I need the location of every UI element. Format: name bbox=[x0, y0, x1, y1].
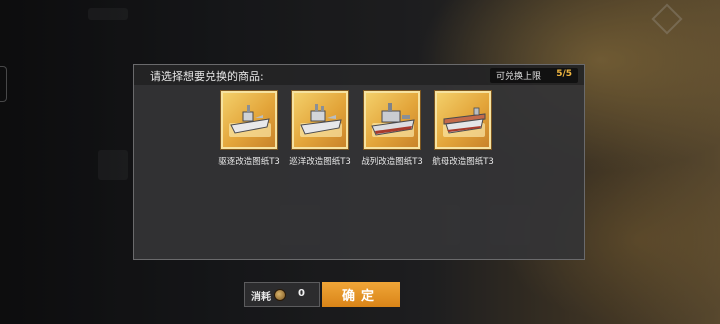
dialog-title: 请选择想要兑换的商品: bbox=[150, 70, 264, 83]
cost-display: 消耗 0 bbox=[244, 282, 320, 307]
item-label: 航母改造图纸T3 bbox=[432, 157, 494, 167]
item-label: 驱逐改造图纸T3 bbox=[218, 157, 280, 167]
exchange-limit-box: 可兑换上限 5/5 bbox=[490, 68, 578, 83]
destroyer-blueprint-icon[interactable] bbox=[221, 91, 277, 149]
cruiser-blueprint-icon[interactable] bbox=[292, 91, 348, 149]
cost-label: 消耗 bbox=[251, 292, 271, 303]
confirm-button[interactable]: 确定 bbox=[322, 282, 400, 307]
carrier-blueprint-icon[interactable] bbox=[435, 91, 491, 149]
dialog-header: 请选择想要兑换的商品: 可兑换上限 5/5 bbox=[134, 65, 584, 85]
exchange-dialog: 请选择想要兑换的商品: 可兑换上限 5/5 驱逐改造图纸T3 巡洋改造图纸T3 … bbox=[133, 64, 585, 260]
item-label: 战列改造图纸T3 bbox=[361, 157, 423, 167]
battleship-blueprint-icon[interactable] bbox=[364, 91, 420, 149]
exchange-limit-value: 5/5 bbox=[556, 69, 572, 79]
cost-value: 0 bbox=[298, 288, 305, 299]
coin-icon bbox=[274, 289, 286, 301]
exchange-limit-label: 可兑换上限 bbox=[496, 72, 542, 82]
item-label: 巡洋改造图纸T3 bbox=[289, 157, 351, 167]
